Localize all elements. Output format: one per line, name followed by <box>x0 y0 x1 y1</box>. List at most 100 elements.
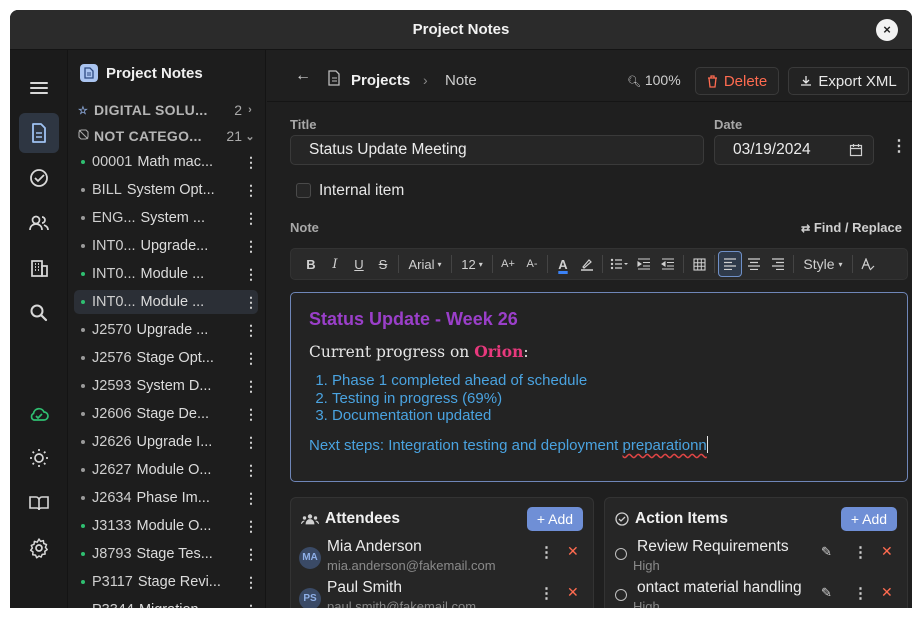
more-options-icon[interactable]: ⋮ <box>244 238 258 255</box>
bullet-list-icon[interactable] <box>606 251 632 277</box>
theme-sun-icon[interactable] <box>19 438 59 478</box>
add-attendee-button[interactable]: + Add <box>527 507 583 531</box>
strikethrough-button[interactable]: S <box>371 251 395 277</box>
more-options-icon[interactable]: ⋮ <box>244 406 258 423</box>
attendee-row[interactable]: PS Paul Smith paul.smith@fakemail.com ⋮ … <box>291 579 593 608</box>
list-item[interactable]: J8793 Stage Tes... ⋮ <box>74 542 258 566</box>
export-xml-button[interactable]: Export XML <box>788 67 909 95</box>
more-options-icon[interactable]: ⋮ <box>244 294 258 311</box>
attendee-row[interactable]: MA Mia Anderson mia.anderson@fakemail.co… <box>291 538 593 576</box>
align-center-icon[interactable] <box>742 251 766 277</box>
shrink-font-button[interactable]: A- <box>520 251 544 277</box>
list-item[interactable]: J2593 System D... ⋮ <box>74 374 258 398</box>
list-item[interactable]: BILL System Opt... ⋮ <box>74 178 258 202</box>
category-not-categorized[interactable]: NOT CATEGO... 21 ⌄ <box>78 125 258 147</box>
delete-button[interactable]: Delete <box>695 67 779 95</box>
italic-button[interactable]: I <box>323 251 347 277</box>
remove-icon[interactable]: ✕ <box>881 543 893 560</box>
list-item[interactable]: J2570 Upgrade ... ⋮ <box>74 318 258 342</box>
list-item[interactable]: P3344 Migration... ⋮ <box>74 598 258 609</box>
remove-icon[interactable]: ✕ <box>567 543 579 560</box>
untagged-icon <box>78 129 94 143</box>
outdent-icon[interactable] <box>656 251 680 277</box>
table-icon[interactable] <box>687 251 711 277</box>
building-icon[interactable] <box>19 248 59 288</box>
more-options-icon[interactable]: ⋮ <box>539 543 554 561</box>
align-right-icon[interactable] <box>766 251 790 277</box>
more-options-icon[interactable]: ⋮ <box>244 378 258 395</box>
people-icon[interactable] <box>19 203 59 243</box>
list-item[interactable]: J2627 Module O... ⋮ <box>74 458 258 482</box>
more-options-icon[interactable]: ⋮ <box>539 584 554 602</box>
date-input[interactable]: 03/19/2024 <box>714 135 874 165</box>
add-action-item-button[interactable]: + Add <box>841 507 897 531</box>
style-select[interactable]: Style ▾ <box>797 251 849 277</box>
back-arrow-icon[interactable]: ← <box>295 67 311 85</box>
search-icon[interactable] <box>19 293 59 333</box>
underline-button[interactable]: U <box>347 251 371 277</box>
list-item-code: J8793 <box>92 546 132 562</box>
internal-item-checkbox[interactable] <box>296 183 311 198</box>
breadcrumb-projects[interactable]: Projects <box>351 72 410 89</box>
more-options-icon[interactable]: ⋮ <box>853 543 868 561</box>
more-options-icon[interactable]: ⋮ <box>244 462 258 479</box>
action-item-row[interactable]: Review Requirements High ✎ ⋮ ✕ <box>605 538 907 576</box>
more-options-icon[interactable]: ⋮ <box>891 136 907 156</box>
highlight-icon[interactable] <box>575 251 599 277</box>
note-editor-pane: ← Projects › Note 🔍︎ 100% Delete Export … <box>267 50 912 608</box>
more-options-icon[interactable]: ⋮ <box>244 602 258 609</box>
rich-text-editor[interactable]: Status Update - Week 26 Current progress… <box>290 292 908 482</box>
close-button[interactable]: × <box>876 19 898 41</box>
notes-icon[interactable] <box>19 113 59 153</box>
more-options-icon[interactable]: ⋮ <box>244 350 258 367</box>
align-left-icon[interactable] <box>718 251 742 277</box>
remove-icon[interactable]: ✕ <box>567 584 579 601</box>
category-digital-solutions[interactable]: ☆ DIGITAL SOLU... 2 › <box>78 99 258 121</box>
grow-font-button[interactable]: A+ <box>496 251 520 277</box>
title-input[interactable]: Status Update Meeting <box>290 135 704 165</box>
more-options-icon[interactable]: ⋮ <box>244 154 258 171</box>
tasks-icon[interactable] <box>19 158 59 198</box>
zoom-level[interactable]: 🔍︎ 100% <box>627 72 681 88</box>
more-options-icon[interactable]: ⋮ <box>244 574 258 591</box>
list-item[interactable]: INT0... Upgrade... ⋮ <box>74 234 258 258</box>
list-item[interactable]: INT0... Module ... ⋮ <box>74 262 258 286</box>
book-icon[interactable] <box>19 483 59 523</box>
list-item[interactable]: J2634 Phase Im... ⋮ <box>74 486 258 510</box>
more-options-icon[interactable]: ⋮ <box>244 182 258 199</box>
more-options-icon[interactable]: ⋮ <box>244 266 258 283</box>
indent-icon[interactable] <box>632 251 656 277</box>
more-options-icon[interactable]: ⋮ <box>853 584 868 602</box>
action-item-row[interactable]: ontact material handling High ✎ ⋮ ✕ <box>605 579 907 608</box>
list-item[interactable]: J3133 Module O... ⋮ <box>74 514 258 538</box>
text-color-button[interactable]: A <box>551 251 575 277</box>
list-item[interactable]: J2606 Stage De... ⋮ <box>74 402 258 426</box>
more-options-icon[interactable]: ⋮ <box>244 546 258 563</box>
action-item-checkbox[interactable] <box>615 589 627 601</box>
cloud-sync-icon[interactable] <box>19 394 59 434</box>
list-item[interactable]: INT0... Module ... ⋮ <box>74 290 258 314</box>
menu-icon[interactable] <box>19 68 59 108</box>
action-item-checkbox[interactable] <box>615 548 627 560</box>
clear-format-icon[interactable] <box>856 251 880 277</box>
list-item[interactable]: J2576 Stage Opt... ⋮ <box>74 346 258 370</box>
list-item[interactable]: 00001 Math mac... ⋮ <box>74 150 258 174</box>
remove-icon[interactable]: ✕ <box>881 584 893 601</box>
more-options-icon[interactable]: ⋮ <box>244 322 258 339</box>
font-family-select[interactable]: Arial ▾ <box>402 251 448 277</box>
list-item[interactable]: J2626 Upgrade I... ⋮ <box>74 430 258 454</box>
more-options-icon[interactable]: ⋮ <box>244 518 258 535</box>
settings-gear-icon[interactable] <box>19 528 59 568</box>
find-replace-link[interactable]: ⇄ Find / Replace <box>801 220 902 235</box>
more-options-icon[interactable]: ⋮ <box>244 490 258 507</box>
more-options-icon[interactable]: ⋮ <box>244 434 258 451</box>
calendar-icon[interactable] <box>849 143 863 157</box>
list-item[interactable]: P3117 Stage Revi... ⋮ <box>74 570 258 594</box>
toolbar-divider <box>714 255 715 273</box>
more-options-icon[interactable]: ⋮ <box>244 210 258 227</box>
font-size-select[interactable]: 12 ▾ <box>455 251 489 277</box>
edit-pencil-icon[interactable]: ✎ <box>821 544 832 560</box>
edit-pencil-icon[interactable]: ✎ <box>821 585 832 601</box>
list-item[interactable]: ENG... System ... ⋮ <box>74 206 258 230</box>
bold-button[interactable]: B <box>299 251 323 277</box>
